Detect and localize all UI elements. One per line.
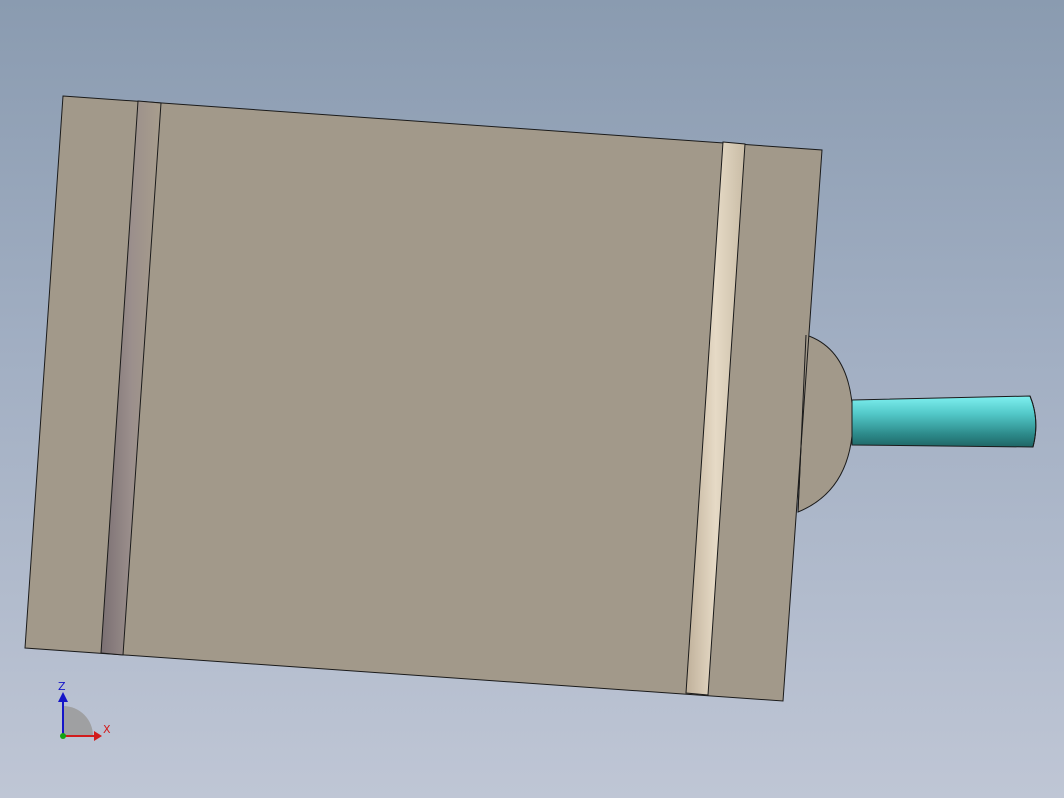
triad-y-axis-dot (60, 733, 66, 739)
motor-shaft[interactable] (851, 395, 1037, 448)
reference-triad: Z X (58, 680, 111, 741)
triad-quadrant (63, 706, 93, 736)
graphics-viewport[interactable]: Z X (0, 0, 1064, 798)
triad-x-arrowhead (94, 731, 102, 741)
triad-z-arrowhead (58, 692, 68, 702)
triad-z-label: Z (58, 680, 66, 693)
triad-x-label: X (103, 723, 111, 736)
